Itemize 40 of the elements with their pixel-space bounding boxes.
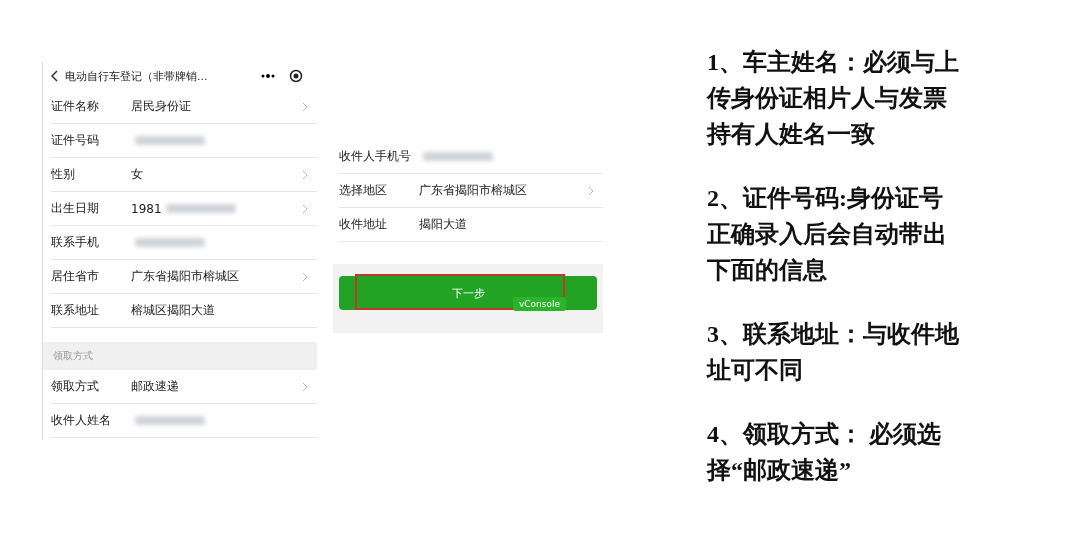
form-row[interactable]: 性别 女 <box>51 158 317 192</box>
screen-title: 电动自行车登记（非带牌销... <box>65 68 209 84</box>
field-label: 证件名称 <box>51 98 100 115</box>
note-text: 2、证件号码:身份证号正确录入后会自动带出下面的信息 <box>707 184 948 285</box>
note-text: 4、领取方式： 必须选择“邮政速递” <box>707 420 942 485</box>
field-value: 居民身份证 <box>131 98 191 115</box>
form-row[interactable]: 居住省市 广东省揭阳市榕城区 <box>51 260 317 294</box>
field-label: 选择地区 <box>339 182 388 199</box>
field-label: 领取方式 <box>51 378 100 395</box>
field-label: 收件地址 <box>339 216 388 233</box>
back-icon[interactable] <box>51 70 59 82</box>
field-label: 收件人姓名 <box>51 412 112 429</box>
note-text: 3、联系地址：与收件地址可不同 <box>707 320 960 385</box>
form-row[interactable]: 联系手机 <box>51 226 317 260</box>
field-value: 广东省揭阳市榕城区 <box>131 268 239 285</box>
field-value: 榕城区揭阳大道 <box>131 302 215 319</box>
field-label: 证件号码 <box>51 132 100 149</box>
field-label: 联系地址 <box>51 302 100 319</box>
form-row[interactable]: 收件人手机号 <box>339 140 603 174</box>
form-row[interactable]: 证件号码 <box>51 124 317 158</box>
field-label: 联系手机 <box>51 234 100 251</box>
field-label: 收件人手机号 <box>339 148 412 165</box>
field-label: 居住省市 <box>51 268 100 285</box>
form-row[interactable]: 出生日期 1981 <box>51 192 317 226</box>
form-row[interactable]: 收件人姓名 <box>51 404 317 438</box>
form-row[interactable]: 证件名称 居民身份证 <box>51 90 317 124</box>
section-label: 领取方式 <box>53 349 93 363</box>
form-row[interactable]: 领取方式 邮政速递 <box>51 370 317 404</box>
form-row[interactable]: 选择地区 广东省揭阳市榕城区 <box>339 174 603 208</box>
form-row[interactable]: 收件地址 揭阳大道 <box>339 208 603 242</box>
more-icon[interactable] <box>261 74 275 78</box>
field-value: 邮政速递 <box>131 378 179 395</box>
field-value: 1981 <box>131 201 162 216</box>
target-icon[interactable] <box>289 69 303 83</box>
field-label: 出生日期 <box>51 200 100 217</box>
field-value: 揭阳大道 <box>419 216 467 233</box>
note-text: 1、车主姓名：必须与上传身份证相片人与发票持有人姓名一致 <box>707 48 960 149</box>
field-value: 女 <box>131 166 143 183</box>
field-label: 性别 <box>51 166 76 183</box>
field-value: 广东省揭阳市榕城区 <box>419 182 527 199</box>
